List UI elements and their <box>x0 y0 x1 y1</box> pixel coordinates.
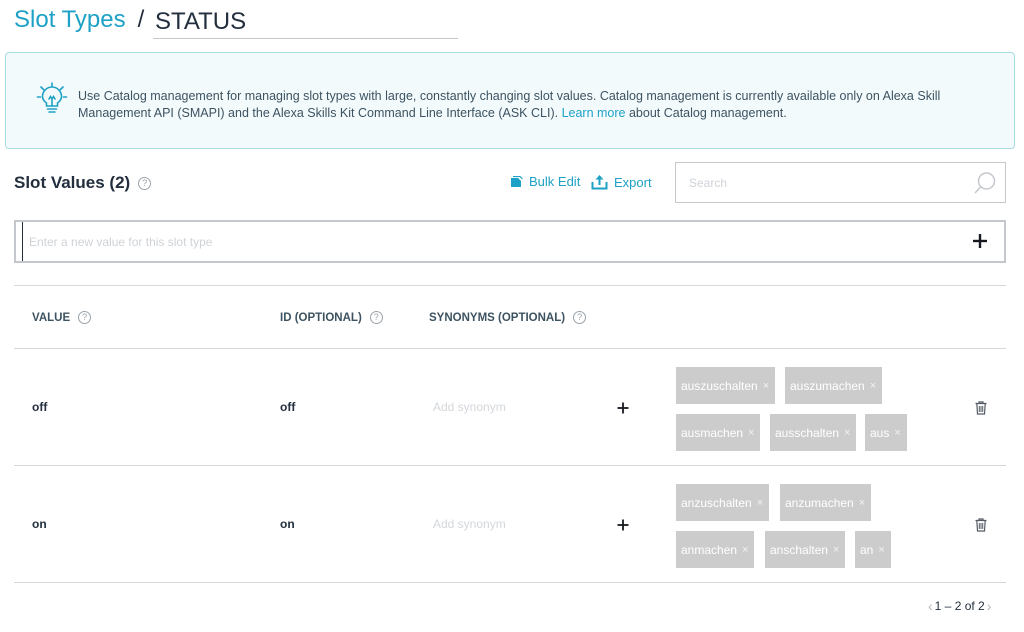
column-header-value: VALUE ? <box>32 311 92 324</box>
bulk-edit-button[interactable]: Bulk Edit <box>510 174 580 189</box>
help-icon[interactable]: ? <box>369 311 383 324</box>
remove-synonym-button[interactable]: × <box>763 380 769 392</box>
pager-prev-button[interactable]: ‹ <box>926 598 935 614</box>
remove-synonym-button[interactable]: × <box>742 544 748 556</box>
row-value[interactable]: off <box>32 400 47 414</box>
synonym-tag-label: ausmachen <box>681 425 744 440</box>
synonym-tag-label: auszuschalten <box>681 378 758 393</box>
add-slot-value-icon[interactable] <box>970 231 990 251</box>
synonym-tag: ausmachen × <box>676 414 761 451</box>
trash-icon[interactable] <box>975 401 987 415</box>
synonym-tag: anzuschalten × <box>676 484 770 521</box>
column-header-synonyms-label: SYNONYMS (OPTIONAL) <box>429 311 566 324</box>
search-icon[interactable] <box>973 171 997 195</box>
breadcrumb-slot-types-link[interactable]: Slot Types <box>14 6 126 34</box>
synonym-tag-label: an <box>860 542 874 557</box>
add-synonym-icon[interactable] <box>616 518 630 532</box>
add-synonym-input[interactable] <box>433 397 593 417</box>
remove-synonym-button[interactable]: × <box>833 544 839 556</box>
slot-values-title-text: Slot Values (2) <box>14 173 131 192</box>
synonym-tag: anschalten × <box>765 531 846 568</box>
synonym-tag: auszumachen × <box>785 367 883 404</box>
column-header-id: ID (OPTIONAL) ? <box>280 311 383 324</box>
synonym-tag-label: aus <box>870 425 890 440</box>
help-icon[interactable]: ? <box>138 176 152 190</box>
remove-synonym-button[interactable]: × <box>859 497 865 509</box>
synonym-tag: anmachen × <box>676 531 755 568</box>
remove-synonym-button[interactable]: × <box>757 497 763 509</box>
slot-type-name-input[interactable] <box>153 6 458 39</box>
synonym-tag-label: anmachen <box>681 542 738 557</box>
synonym-tag-label: anzuschalten <box>681 495 752 510</box>
synonym-tag-label: anschalten <box>770 542 829 557</box>
synonym-tag-label: ausschalten <box>775 425 840 440</box>
table-divider <box>14 582 1006 583</box>
row-value[interactable]: on <box>32 517 47 531</box>
synonym-tag: aus × <box>865 414 907 451</box>
synonym-tag-label: auszumachen <box>790 378 865 393</box>
info-text-end: about Catalog management. <box>625 106 787 120</box>
search-input[interactable] <box>676 163 966 202</box>
remove-synonym-button[interactable]: × <box>878 544 884 556</box>
help-icon[interactable]: ? <box>78 311 92 324</box>
learn-more-link[interactable]: Learn more <box>562 106 626 120</box>
row-id[interactable]: off <box>280 400 295 414</box>
row-id[interactable]: on <box>280 517 295 531</box>
catalog-info-text: Use Catalog management for managing slot… <box>78 88 998 122</box>
column-header-synonyms: SYNONYMS (OPTIONAL) ? <box>429 311 587 324</box>
add-synonym-icon[interactable] <box>616 401 630 415</box>
synonym-tag-label: anzumachen <box>785 495 854 510</box>
export-label: Export <box>614 174 652 190</box>
pager-next-button[interactable]: › <box>985 598 994 614</box>
trash-icon[interactable] <box>975 518 987 532</box>
help-icon[interactable]: ? <box>573 311 587 324</box>
breadcrumb: Slot Types / <box>14 6 150 40</box>
catalog-info-banner: Use Catalog management for managing slot… <box>5 52 1015 149</box>
new-slot-value-field <box>14 220 1006 263</box>
table-divider <box>14 285 1006 286</box>
pager-label: 1 – 2 of 2 <box>934 599 985 613</box>
lightbulb-icon <box>36 82 68 113</box>
synonym-tag: ausschalten × <box>770 414 857 451</box>
synonym-tag: auszuschalten × <box>676 367 776 404</box>
new-slot-value-input[interactable] <box>22 222 962 261</box>
export-icon <box>591 175 608 190</box>
info-text-start: Use Catalog management for managing slot… <box>78 89 941 120</box>
remove-synonym-button[interactable]: × <box>894 427 900 439</box>
remove-synonym-button[interactable]: × <box>870 380 876 392</box>
remove-synonym-button[interactable]: × <box>844 427 850 439</box>
synonym-tag: an × <box>855 531 891 568</box>
column-header-id-label: ID (OPTIONAL) <box>280 311 362 324</box>
table-divider <box>14 465 1006 466</box>
pagination: ‹ 1 – 2 of 2 › <box>926 598 993 614</box>
remove-synonym-button[interactable]: × <box>748 427 754 439</box>
add-synonym-input[interactable] <box>433 514 593 534</box>
bulk-edit-label: Bulk Edit <box>529 174 581 189</box>
search-box <box>675 162 1006 203</box>
slot-values-title: Slot Values (2) ? <box>14 173 152 193</box>
synonym-tag: anzumachen × <box>780 484 872 521</box>
table-divider <box>14 348 1006 349</box>
breadcrumb-separator: / <box>137 6 145 33</box>
column-header-value-label: VALUE <box>32 311 71 324</box>
export-button[interactable]: Export <box>591 174 652 190</box>
bulk-edit-icon <box>511 175 523 187</box>
